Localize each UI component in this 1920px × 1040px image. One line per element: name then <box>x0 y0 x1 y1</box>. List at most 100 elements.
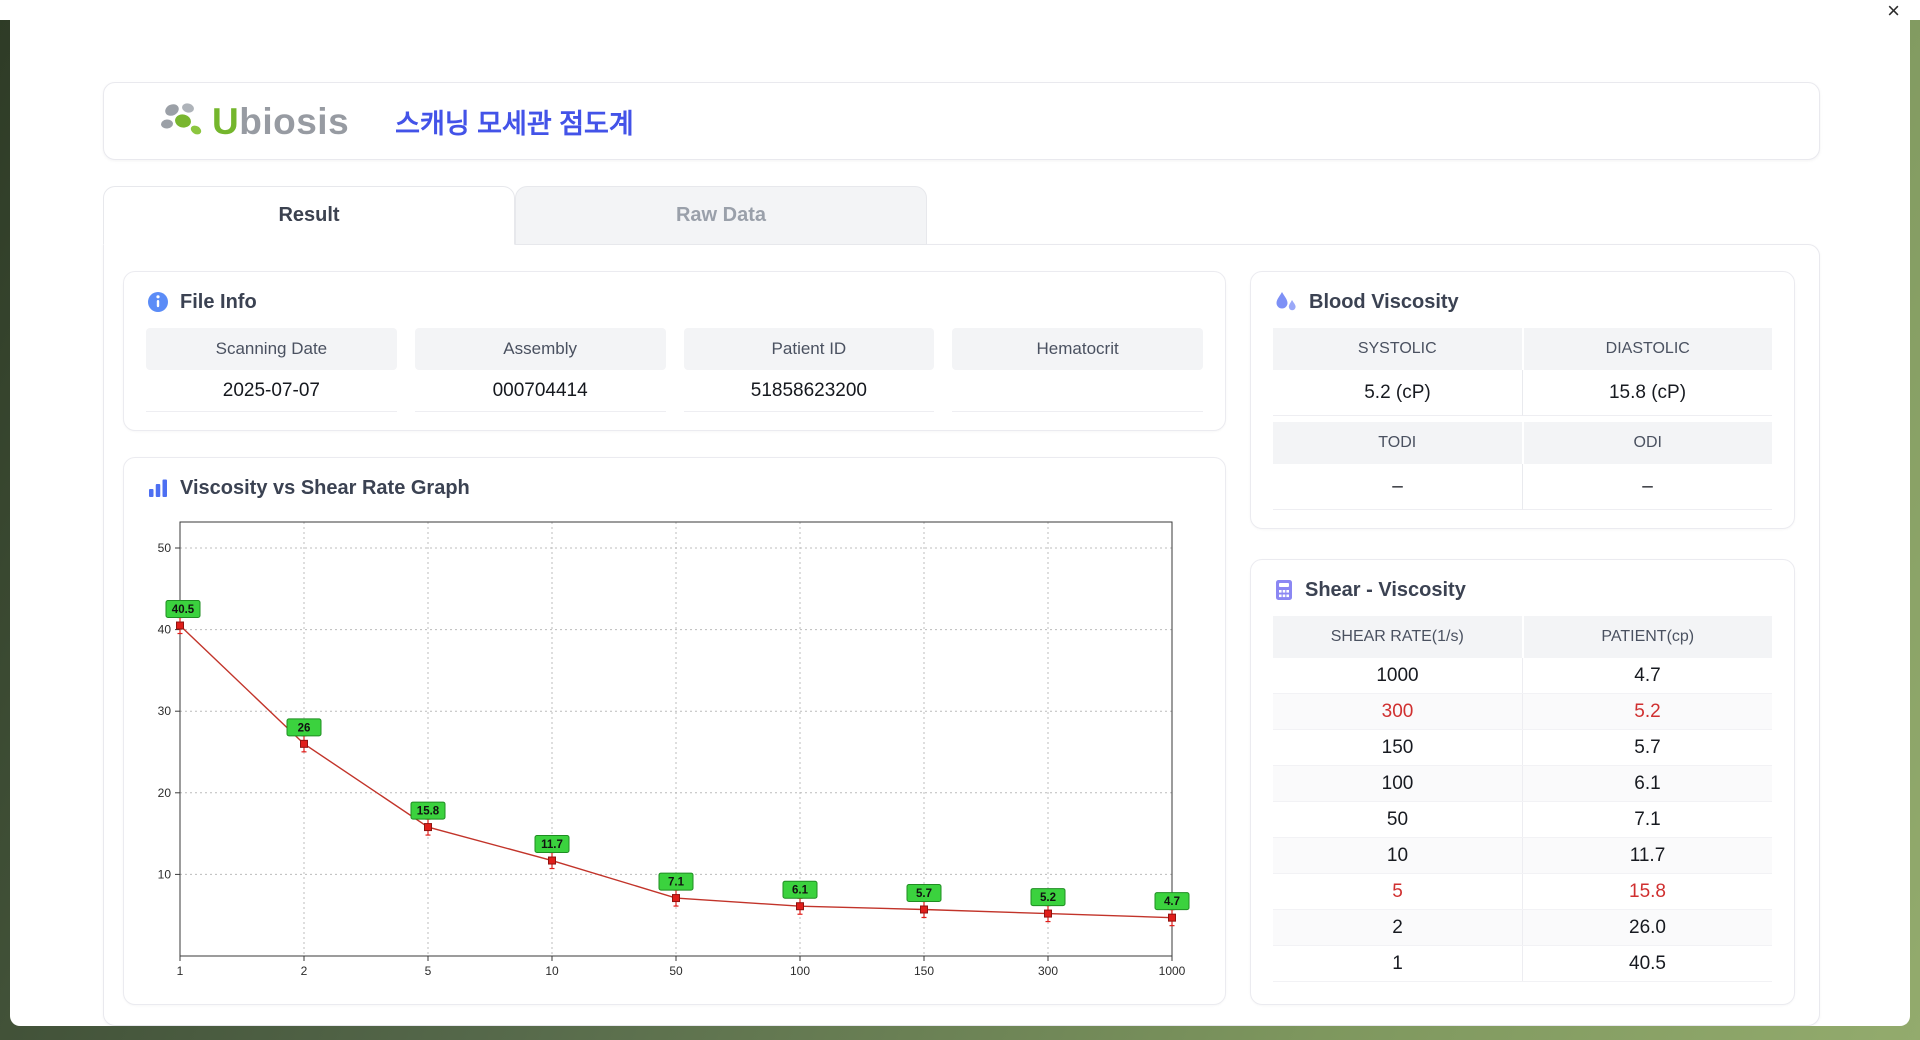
tab-raw-data[interactable]: Raw Data <box>515 186 927 245</box>
svg-text:26: 26 <box>298 722 311 734</box>
left-column: File Info Scanning Date Assembly Patient… <box>123 271 1226 1005</box>
patient-viscosity-cell: 40.5 <box>1629 952 1666 974</box>
todi-value: – <box>1273 464 1523 510</box>
graph-heading: Viscosity vs Shear Rate Graph <box>146 476 1203 500</box>
shear-table-row: 300 5.2 <box>1273 694 1772 730</box>
shear-table-row: 10 11.7 <box>1273 838 1772 874</box>
svg-text:1: 1 <box>177 964 184 976</box>
shear-table-row: 100 6.1 <box>1273 766 1772 802</box>
info-icon <box>148 292 168 312</box>
shear-table-row: 1000 4.7 <box>1273 658 1772 694</box>
svg-text:50: 50 <box>669 964 683 976</box>
viscosity-shear-rate-chart: 1 2 5 10 50 100 150 300 1000 10 20 30 40 50 40.5 26 15.8… <box>158 521 1190 976</box>
field-label-patient-id: Patient ID <box>683 328 935 370</box>
svg-text:30: 30 <box>158 704 172 718</box>
bv-value-row-1: 5.2 (cP) 15.8 (cP) <box>1273 370 1772 416</box>
blood-viscosity-card: Blood Viscosity SYSTOLIC DIASTOLIC 5.2 (… <box>1250 271 1795 529</box>
patient-viscosity-cell: 5.2 <box>1634 700 1661 722</box>
patient-viscosity-cell: 7.1 <box>1634 808 1661 830</box>
tab-bar: Result Raw Data <box>103 186 1820 245</box>
todi-label: TODI <box>1273 422 1524 464</box>
ubiosis-leaf-icon <box>161 103 202 135</box>
svg-text:15.8: 15.8 <box>417 806 440 818</box>
svg-text:20: 20 <box>158 786 172 800</box>
file-info-card: File Info Scanning Date Assembly Patient… <box>123 271 1226 431</box>
patient-viscosity-cell: 11.7 <box>1629 844 1666 866</box>
window-close-button[interactable]: × <box>1881 0 1906 22</box>
svg-text:4.7: 4.7 <box>1164 896 1180 908</box>
patient-viscosity-cell: 5.7 <box>1634 736 1661 758</box>
brand-logo: Ubiosis <box>158 100 349 142</box>
app-header: Ubiosis 스캐닝 모세관 점도계 <box>103 82 1820 160</box>
svg-text:7.1: 7.1 <box>668 877 685 889</box>
patient-column-header: PATIENT(cp) <box>1601 628 1695 645</box>
shear-rate-cell: 10 <box>1273 838 1523 873</box>
field-label-assembly: Assembly <box>414 328 666 370</box>
shear-table-row: 2 26.0 <box>1273 910 1772 946</box>
calculator-icon <box>1276 580 1292 600</box>
blood-viscosity-heading-label: Blood Viscosity <box>1309 290 1459 313</box>
shear-rate-cell: 100 <box>1273 766 1523 801</box>
svg-text:10: 10 <box>158 867 172 881</box>
page-title: 스캐닝 모세관 점도계 <box>395 108 634 139</box>
bar-chart-icon <box>149 479 167 497</box>
shear-rate-cell: 1 <box>1273 946 1523 981</box>
bv-value-row-2: – – <box>1273 464 1772 510</box>
odi-value: – <box>1523 464 1772 510</box>
file-info-heading-label: File Info <box>180 290 257 313</box>
shear-table-body: 1000 4.7 300 5.2 150 5.7 100 6.1 50 7.1 10 11.7 5 15.… <box>1273 658 1772 982</box>
field-value-assembly: 000704414 <box>414 370 666 412</box>
right-column: Blood Viscosity SYSTOLIC DIASTOLIC 5.2 (… <box>1250 271 1795 1005</box>
shear-rate-cell: 300 <box>1273 694 1523 729</box>
brand-wordmark-rest: biosis <box>239 100 350 142</box>
bv-header-row-2: TODI ODI <box>1273 422 1772 464</box>
file-info-heading: File Info <box>146 290 1203 314</box>
result-panel: File Info Scanning Date Assembly Patient… <box>103 244 1820 1026</box>
brand-wordmark: Ubiosis <box>212 103 349 140</box>
file-info-fields: Scanning Date Assembly Patient ID Hemato… <box>146 328 1203 412</box>
systolic-value: 5.2 (cP) <box>1273 370 1523 416</box>
blood-viscosity-heading: Blood Viscosity <box>1273 290 1772 314</box>
field-label-scanning-date: Scanning Date <box>146 328 397 370</box>
brand-wordmark-u: U <box>212 100 240 142</box>
svg-text:50: 50 <box>158 541 172 555</box>
svg-text:5.2: 5.2 <box>1040 892 1056 904</box>
shear-rate-cell: 150 <box>1273 730 1523 765</box>
systolic-label: SYSTOLIC <box>1273 328 1524 370</box>
svg-text:150: 150 <box>914 964 934 976</box>
shear-rate-column-header: SHEAR RATE(1/s) <box>1273 616 1524 658</box>
shear-rate-cell: 1000 <box>1273 658 1523 693</box>
field-label-hematocrit: Hematocrit <box>952 328 1203 370</box>
shear-rate-cell: 5 <box>1273 874 1523 909</box>
page-content: Ubiosis 스캐닝 모세관 점도계 Result Raw Data File… <box>103 82 1820 1026</box>
shear-table-row: 150 5.7 <box>1273 730 1772 766</box>
app-window: Ubiosis 스캐닝 모세관 점도계 Result Raw Data File… <box>10 0 1910 1026</box>
svg-text:2: 2 <box>301 964 308 976</box>
graph-card: Viscosity vs Shear Rate Graph 1 2 5 10 50 100… <box>123 457 1226 1005</box>
shear-rate-cell: 2 <box>1273 910 1523 945</box>
patient-viscosity-cell: 26.0 <box>1629 916 1666 938</box>
svg-text:11.7: 11.7 <box>541 839 563 851</box>
shear-table-row: 5 15.8 <box>1273 874 1772 910</box>
shear-table-row: 50 7.1 <box>1273 802 1772 838</box>
svg-text:40: 40 <box>158 623 172 637</box>
diastolic-value: 15.8 (cP) <box>1523 370 1772 416</box>
svg-text:5: 5 <box>425 964 432 976</box>
patient-viscosity-cell: 4.7 <box>1634 664 1661 686</box>
svg-text:1000: 1000 <box>1159 964 1186 976</box>
tab-result[interactable]: Result <box>103 186 515 245</box>
field-value-patient-id: 51858623200 <box>683 370 935 412</box>
graph-heading-label: Viscosity vs Shear Rate Graph <box>180 476 470 499</box>
odi-label: ODI <box>1523 422 1772 464</box>
diastolic-label: DIASTOLIC <box>1523 328 1772 370</box>
svg-text:100: 100 <box>790 964 810 976</box>
field-value-hematocrit <box>952 370 1203 412</box>
svg-text:10: 10 <box>545 964 559 976</box>
shear-rate-cell: 50 <box>1273 802 1523 837</box>
svg-text:40.5: 40.5 <box>172 604 195 616</box>
shear-table-header: SHEAR RATE(1/s) PATIENT(cp) <box>1273 616 1772 658</box>
shear-viscosity-heading-label: Shear - Viscosity <box>1305 578 1466 601</box>
svg-text:300: 300 <box>1038 964 1058 976</box>
window-title-strip <box>0 0 1920 20</box>
field-value-scanning-date: 2025-07-07 <box>146 370 397 412</box>
